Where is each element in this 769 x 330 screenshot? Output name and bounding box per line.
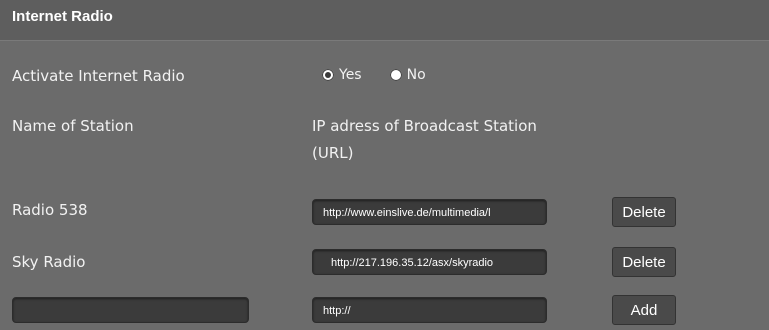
radio-yes-button[interactable] <box>322 69 334 81</box>
section-header: Internet Radio <box>0 0 769 41</box>
delete-button[interactable]: Delete <box>612 247 676 277</box>
radio-yes-label: Yes <box>339 67 362 83</box>
url-column-header-line2: (URL) <box>312 144 354 162</box>
name-column-header: Name of Station <box>12 117 134 135</box>
radio-no-button[interactable] <box>389 69 402 81</box>
radio-option-yes[interactable]: Yes <box>322 67 362 83</box>
station-name: Sky Radio <box>12 253 86 271</box>
activate-label: Activate Internet Radio <box>12 67 185 85</box>
station-name: Radio 538 <box>12 201 88 219</box>
station-url-field[interactable]: http://217.196.35.12/asx/skyradio <box>312 249 547 275</box>
radio-option-no[interactable]: No <box>389 67 426 83</box>
add-button[interactable]: Add <box>612 295 676 325</box>
delete-button[interactable]: Delete <box>612 197 676 227</box>
activate-radio-group: Yes No <box>322 67 454 83</box>
station-url-field[interactable]: http://www.einslive.de/multimedia/l <box>312 199 547 225</box>
radio-no-label: No <box>406 67 426 83</box>
new-station-name-field[interactable] <box>12 297 249 323</box>
url-column-header-line1: IP adress of Broadcast Station <box>312 117 537 135</box>
section-title: Internet Radio <box>12 8 113 25</box>
new-station-url-field[interactable]: http:// <box>312 297 547 323</box>
